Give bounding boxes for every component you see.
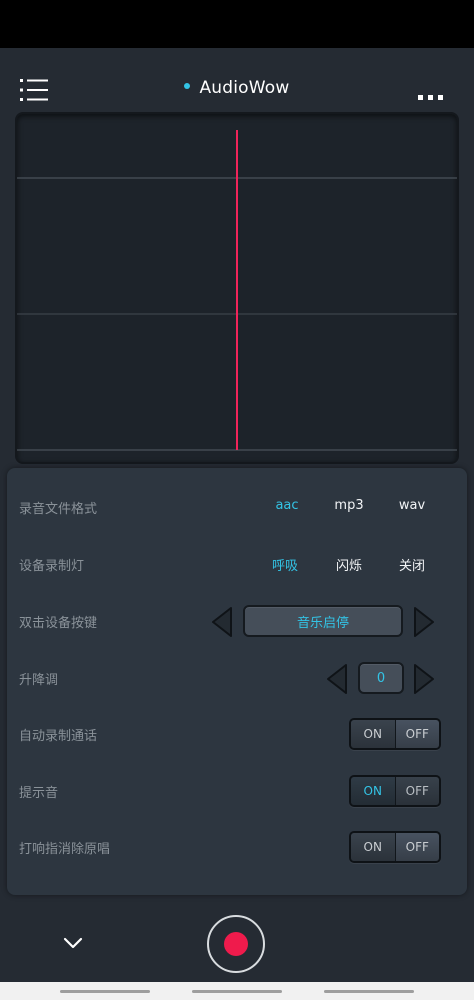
bottom-bar [0,895,474,982]
chevron-down-icon[interactable] [62,935,84,949]
prompt-tone-toggle[interactable]: ON OFF [349,775,441,807]
format-option-aac[interactable]: aac [262,498,312,513]
file-format-label: 录音文件格式 [19,502,98,517]
pitch-decrease-icon[interactable] [325,663,349,695]
row-light: 设备录制灯 呼吸 闪烁 关闭 [7,545,467,585]
system-nav-bar [0,982,474,1000]
row-auto-record-call: 自动录制通话 ON OFF [7,715,467,755]
status-dot-icon [184,83,191,89]
nav-home-pill[interactable] [192,990,282,993]
light-option-flash[interactable]: 闪烁 [324,555,374,574]
format-option-wav[interactable]: wav [387,498,437,513]
pitch-increase-icon[interactable] [412,663,436,695]
light-label: 设备录制灯 [19,559,85,574]
record-icon [224,932,248,956]
toggle-off[interactable]: OFF [394,833,439,861]
nav-recents-pill[interactable] [60,990,150,993]
pitch-value[interactable]: 0 [358,662,404,694]
status-bar [0,0,474,48]
settings-panel: 录音文件格式 aac mp3 wav 设备录制灯 呼吸 闪烁 关闭 双击设备按键… [7,468,467,895]
toggle-off[interactable]: OFF [394,777,439,805]
more-dots-icon[interactable] [418,86,444,100]
toggle-on[interactable]: ON [351,720,395,748]
prompt-tone-label: 提示音 [19,786,59,801]
arrow-right-icon[interactable] [412,606,436,638]
nav-back-pill[interactable] [324,990,414,993]
format-option-mp3[interactable]: mp3 [324,498,374,513]
toggle-on[interactable]: ON [351,833,395,861]
row-file-format: 录音文件格式 aac mp3 wav [7,488,467,528]
row-prompt-tone: 提示音 ON OFF [7,772,467,812]
toggle-off[interactable]: OFF [394,720,439,748]
app-title: AudioWow [0,78,474,98]
app-title-text: AudioWow [199,78,290,98]
row-double-click: 双击设备按键 音乐启停 [7,602,467,642]
row-snap-remove-vocal: 打响指消除原唱 ON OFF [7,828,467,868]
auto-record-call-label: 自动录制通话 [19,729,98,744]
double-click-label: 双击设备按键 [19,616,98,631]
snap-remove-vocal-label: 打响指消除原唱 [19,842,111,857]
pitch-label: 升降调 [19,673,59,688]
double-click-value[interactable]: 音乐启停 [243,605,403,637]
waveform-view[interactable] [15,112,459,464]
record-button[interactable] [207,915,265,973]
light-option-breathe[interactable]: 呼吸 [260,555,310,574]
row-pitch: 升降调 0 [7,659,467,699]
auto-record-call-toggle[interactable]: ON OFF [349,718,441,750]
snap-remove-vocal-toggle[interactable]: ON OFF [349,831,441,863]
arrow-left-icon[interactable] [210,606,234,638]
light-option-off[interactable]: 关闭 [387,555,437,574]
toggle-on[interactable]: ON [351,777,395,805]
